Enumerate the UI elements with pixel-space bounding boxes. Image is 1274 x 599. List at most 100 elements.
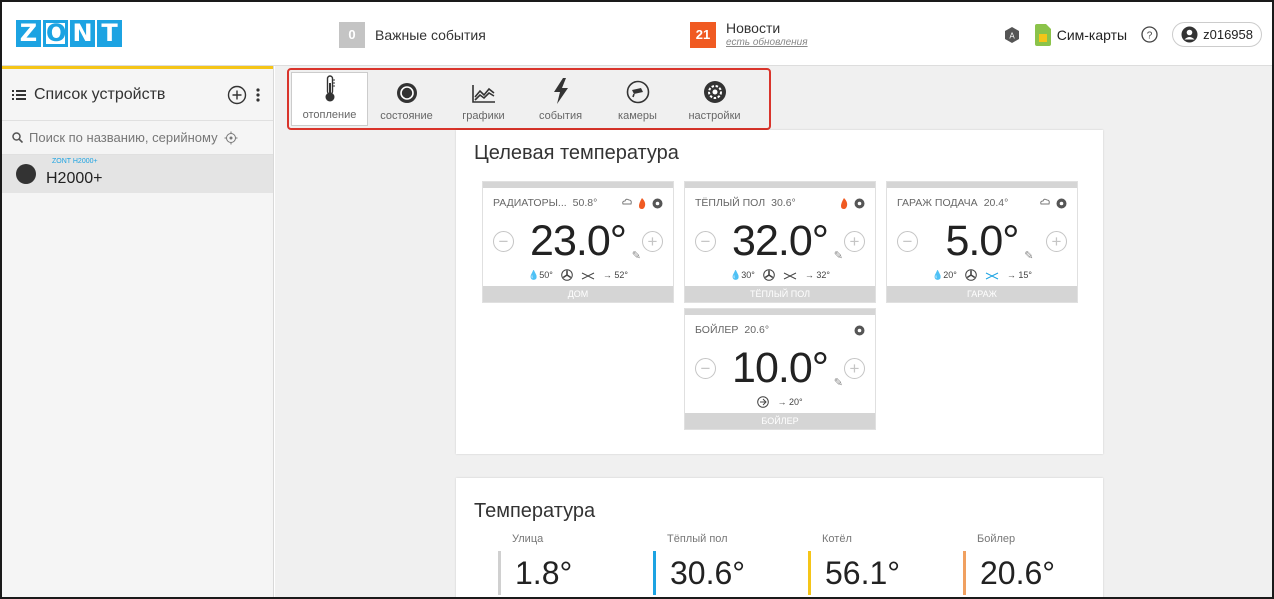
increase-button[interactable]: + xyxy=(843,230,865,252)
sidebar-header: Список устройств xyxy=(2,69,273,121)
add-device-icon[interactable] xyxy=(227,85,247,105)
user-name: z016958 xyxy=(1203,27,1253,42)
thermometer-icon xyxy=(325,75,335,102)
zone-header: РАДИАТОРЫ... 50.8° xyxy=(483,188,673,218)
decrease-button[interactable]: − xyxy=(695,230,716,252)
gear-icon[interactable] xyxy=(854,325,865,336)
gear-icon[interactable] xyxy=(854,198,865,209)
tab-cameras[interactable]: камеры xyxy=(599,72,676,126)
gear-icon[interactable] xyxy=(652,198,663,209)
logo-letter: Z xyxy=(16,20,41,47)
news-count: 21 xyxy=(690,22,716,48)
increase-button[interactable]: + xyxy=(641,230,663,252)
logo-letter: N xyxy=(70,20,95,47)
zone-footer: ГАРАЖ xyxy=(887,286,1077,302)
tab-heating[interactable]: отопление xyxy=(291,72,368,126)
zone-card: РАДИАТОРЫ... 50.8° − 23.0° ✎ + 💧50° → 52… xyxy=(482,181,674,303)
camera-icon xyxy=(626,80,649,104)
device-list-item[interactable]: ZONT H2000+ H2000+ xyxy=(2,155,273,193)
search-placeholder: Поиск по названию, серийному xyxy=(29,130,218,145)
valve-icon xyxy=(581,272,595,280)
help-icon[interactable]: ? xyxy=(1141,26,1158,43)
temperature-item: Котёл 56.1° xyxy=(808,533,963,595)
chart-icon xyxy=(471,85,495,103)
important-events-label: Важные события xyxy=(375,27,486,43)
target-value[interactable]: 32.0° ✎ xyxy=(732,217,843,266)
zone-footer: ТЁПЛЫЙ ПОЛ xyxy=(685,286,875,302)
zone-card: ГАРАЖ ПОДАЧА 20.4° − 5.0°✎ + 💧20° → 15° xyxy=(886,181,1078,303)
increase-button[interactable]: + xyxy=(1045,230,1067,252)
temperature-value: 56.1° xyxy=(825,554,901,591)
temperature-title: Температура xyxy=(474,500,596,522)
tab-label: графики xyxy=(462,110,505,122)
important-events-button[interactable]: 0 Важные события xyxy=(339,22,486,48)
flame-icon xyxy=(841,197,848,209)
temperature-label: Тёплый пол xyxy=(667,533,728,545)
increase-button[interactable]: + xyxy=(843,357,865,379)
logo-letter: T xyxy=(97,20,122,47)
zone-footer: ДОМ xyxy=(483,286,673,302)
zone-info: 💧50° → 52° xyxy=(483,264,673,286)
locate-icon[interactable] xyxy=(224,131,238,145)
valve-icon xyxy=(985,272,999,280)
temperature-value: 20.6° xyxy=(980,554,1056,591)
decrease-button[interactable]: − xyxy=(695,357,716,379)
edit-pencil-icon: ✎ xyxy=(833,376,843,389)
temperature-value: 1.8° xyxy=(515,554,573,591)
language-icon[interactable]: A xyxy=(1003,26,1021,44)
fan-icon xyxy=(561,269,573,281)
zone-header: ГАРАЖ ПОДАЧА 20.4° xyxy=(887,188,1077,218)
news-sub: есть обновления xyxy=(726,36,808,48)
more-vert-icon[interactable] xyxy=(253,85,263,105)
tab-charts[interactable]: графики xyxy=(445,72,522,126)
pump-icon xyxy=(757,396,770,408)
app-window: Z O N T 0 Важные события 21 Новости есть… xyxy=(0,0,1274,599)
zone-current: 20.4° xyxy=(983,197,1009,209)
zone-info-2: → 15° xyxy=(1006,270,1032,280)
svg-text:A: A xyxy=(1009,31,1015,40)
temperature-value: 30.6° xyxy=(670,554,746,591)
zont-logo[interactable]: Z O N T xyxy=(16,20,122,47)
zone-card: ТЁПЛЫЙ ПОЛ 30.6° − 32.0°✎ + 💧30° → 32° xyxy=(684,181,876,303)
temperature-label: Котёл xyxy=(822,533,852,545)
device-model: ZONT H2000+ xyxy=(52,158,98,165)
decrease-button[interactable]: − xyxy=(493,230,514,252)
tab-status[interactable]: состояние xyxy=(368,72,445,126)
device-search[interactable]: Поиск по названию, серийному xyxy=(2,121,273,155)
flame-icon xyxy=(639,197,646,209)
zone-card: БОЙЛЕР 20.6° − 10.0° ✎ + → 20° БОЙЛЕР xyxy=(684,308,876,430)
gear-icon[interactable] xyxy=(1056,198,1067,209)
zone-header: ТЁПЛЫЙ ПОЛ 30.6° xyxy=(685,188,875,218)
status-circle-icon xyxy=(396,83,417,103)
temperature-list: Улица 1.8° Тёплый пол 30.6° Котёл 56.1° … xyxy=(498,533,1118,595)
tab-events[interactable]: события xyxy=(522,72,599,126)
tab-label: камеры xyxy=(618,110,657,122)
zone-info-1: 💧50° xyxy=(528,269,553,280)
decrease-button[interactable]: − xyxy=(897,230,918,252)
target-value[interactable]: 23.0° ✎ xyxy=(530,217,641,266)
sim-cards-button[interactable]: Сим-карты xyxy=(1034,23,1127,46)
zone-info: 💧30° → 32° xyxy=(685,264,875,286)
main-content: отопление состояние графики события каме… xyxy=(275,66,1272,597)
tab-settings[interactable]: настройки xyxy=(676,72,753,126)
zone-current: 20.6° xyxy=(744,324,770,336)
edit-pencil-icon: ✎ xyxy=(833,249,843,262)
target-value[interactable]: 10.0° ✎ xyxy=(732,344,843,393)
tab-label: состояние xyxy=(380,110,433,122)
user-button[interactable]: z016958 xyxy=(1172,22,1262,47)
device-status-dot xyxy=(16,164,36,184)
zone-info-1: 💧20° xyxy=(932,269,957,280)
temperature-label: Улица xyxy=(512,533,544,545)
tab-label: настройки xyxy=(688,110,741,122)
weather-icon xyxy=(622,198,632,205)
fan-icon xyxy=(965,269,977,281)
top-bar: Z O N T 0 Важные события 21 Новости есть… xyxy=(2,2,1272,66)
logo-letter: O xyxy=(43,20,68,47)
lightning-icon xyxy=(553,78,568,104)
temperature-item: Бойлер 20.6° xyxy=(963,533,1118,595)
zone-info: → 20° xyxy=(685,391,875,413)
news-button[interactable]: 21 Новости есть обновления xyxy=(690,19,808,48)
tab-label: отопление xyxy=(302,109,357,121)
zone-current: 50.8° xyxy=(572,197,598,209)
target-value[interactable]: 5.0° ✎ xyxy=(946,217,1034,266)
